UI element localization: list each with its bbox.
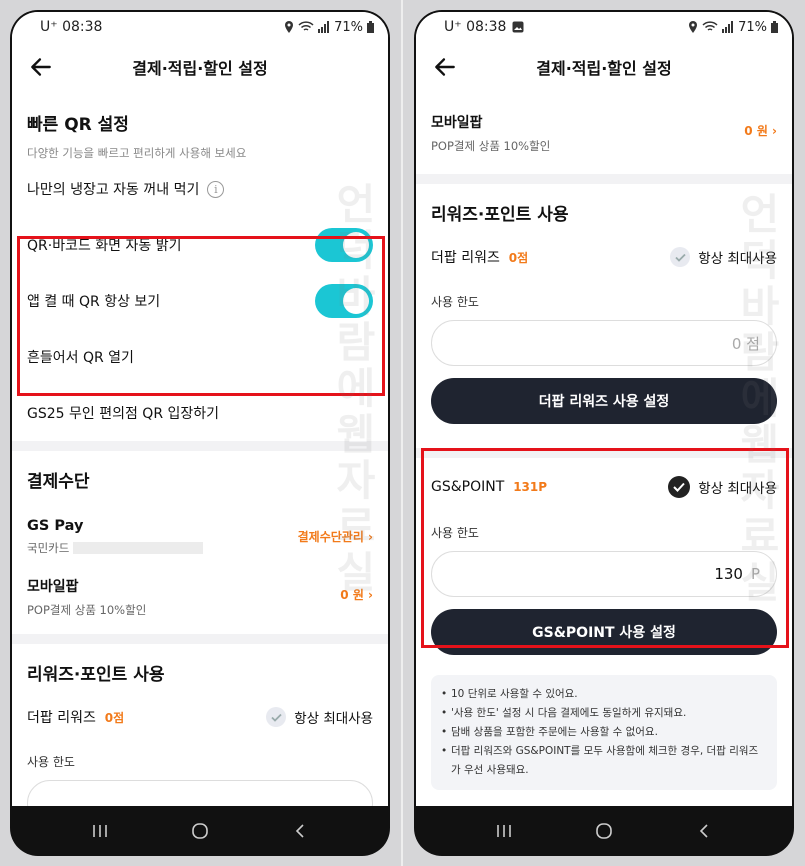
back-arrow-icon[interactable] (28, 54, 54, 80)
panel-divider (401, 0, 403, 866)
highlight-box (17, 236, 385, 396)
wifi-icon (298, 21, 314, 31)
rewards-points: 0점 (508, 251, 529, 265)
highlight-box (421, 448, 789, 648)
status-time: U⁺ 08:38 (40, 19, 103, 35)
notes-box: 10 단위로 사용할 수 있어요. '사용 한도' 설정 시 다음 결제에도 동… (431, 675, 777, 790)
battery-icon (367, 21, 374, 33)
mobile-pop-sub: POP결제 상품 10%할인 (431, 139, 551, 153)
rewards-always-max[interactable]: 항상 최대사용 (266, 707, 373, 727)
note-item: 10 단위로 사용할 수 있어요. (441, 685, 767, 704)
app-bar: 결제·적립·할인 설정 (12, 42, 388, 92)
recent-apps-icon[interactable] (494, 821, 514, 841)
signal-icon (318, 21, 330, 33)
location-icon (689, 21, 698, 33)
gs25-qr-entry-label: GS25 무인 편의점 QR 입장하기 (27, 406, 220, 422)
gallery-icon (512, 21, 524, 33)
wifi-icon (702, 21, 718, 31)
check-icon (266, 707, 287, 727)
mobile-pop-sub: POP결제 상품 10%할인 (27, 603, 147, 617)
info-icon[interactable]: i (207, 180, 225, 198)
check-icon (670, 247, 691, 267)
quick-qr-subtitle: 다양한 기능을 빠르고 편리하게 사용해 보세요 (27, 146, 247, 160)
home-icon[interactable] (190, 821, 210, 841)
gspay-row: GS Pay 국민카드 결제수단관리 › (12, 518, 388, 556)
recent-apps-icon[interactable] (90, 821, 110, 841)
system-nav-bar (414, 806, 794, 856)
section-divider (12, 634, 388, 644)
note-item: 더팝 리워즈와 GS&POINT를 모두 사용함에 체크한 경우, 더팝 리워즈… (441, 742, 767, 780)
system-nav-bar (10, 806, 390, 856)
right-phone: U⁺ 08:38 71% 결제·적립·할인 설정 모바일팝 POP결제 상품 1… (414, 10, 794, 856)
note-item: '사용 한도' 설정 시 다음 결제에도 동일하게 유지돼요. (441, 704, 767, 723)
battery-level: 71% (738, 19, 767, 35)
status-bar: U⁺ 08:38 71% (12, 12, 388, 42)
back-arrow-icon[interactable] (432, 54, 458, 80)
rewards-limit-label: 사용 한도 (431, 295, 479, 309)
left-screen: U⁺ 08:38 71% 결제·적립·할인 설정 빠른 QR 설정 다양한 기능… (12, 12, 388, 806)
battery-level: 71% (334, 19, 363, 35)
battery-icon (771, 21, 778, 33)
back-nav-icon[interactable] (290, 821, 310, 841)
left-phone: U⁺ 08:38 71% 결제·적립·할인 설정 빠른 QR 설정 다양한 기능… (10, 10, 390, 856)
rewards-label: 더팝 리워즈 (431, 250, 500, 266)
page-title: 결제·적립·할인 설정 (536, 59, 672, 78)
payment-heading: 결제수단 (27, 472, 90, 492)
mobile-pop-label: 모바일팝 (431, 115, 483, 131)
home-icon[interactable] (594, 821, 614, 841)
fridge-auto-row[interactable]: 나만의 냉장고 자동 꺼내 먹기 i (12, 161, 388, 217)
rewards-points: 0점 (104, 711, 125, 725)
section-divider (12, 441, 388, 451)
rewards-limit-label: 사용 한도 (27, 755, 75, 769)
location-icon (285, 21, 294, 33)
status-bar: U⁺ 08:38 71% (416, 12, 792, 42)
rewards-label: 더팝 리워즈 (27, 710, 96, 726)
rewards-heading: 리워즈·포인트 사용 (431, 205, 569, 225)
right-screen: U⁺ 08:38 71% 결제·적립·할인 설정 모바일팝 POP결제 상품 1… (416, 12, 792, 806)
mobile-pop-row[interactable]: 모바일팝 POP결제 상품 10%할인 0 원 › (12, 576, 388, 618)
section-divider (416, 174, 792, 184)
rewards-settings-button[interactable]: 더팝 리워즈 사용 설정 (431, 378, 777, 424)
back-nav-icon[interactable] (694, 821, 714, 841)
mobile-pop-label: 모바일팝 (27, 579, 79, 595)
mobile-pop-value[interactable]: 0 원 › (744, 122, 777, 139)
rewards-row: 더팝 리워즈 0점 항상 최대사용 (416, 247, 792, 267)
status-time: U⁺ 08:38 (444, 19, 507, 35)
quick-qr-heading: 빠른 QR 설정 (27, 115, 129, 135)
note-item: 담배 상품을 포함한 주문에는 사용할 수 없어요. (441, 723, 767, 742)
manage-payment-link[interactable]: 결제수단관리 › (298, 528, 373, 545)
mobile-pop-row[interactable]: 모바일팝 POP결제 상품 10%할인 0 원 › (416, 112, 792, 154)
app-bar: 결제·적립·할인 설정 (416, 42, 792, 92)
gspay-card-name: 국민카드 (27, 541, 70, 555)
mobile-pop-value[interactable]: 0 원 › (340, 586, 373, 603)
page-title: 결제·적립·할인 설정 (132, 59, 268, 78)
rewards-always-max[interactable]: 항상 최대사용 (670, 247, 777, 267)
signal-icon (722, 21, 734, 33)
fridge-auto-label: 나만의 냉장고 자동 꺼내 먹기 (27, 182, 200, 198)
rewards-row: 더팝 리워즈 0점 항상 최대사용 (12, 707, 388, 727)
rewards-heading: 리워즈·포인트 사용 (27, 665, 165, 685)
gspay-label: GS Pay (27, 518, 84, 534)
rewards-limit-input[interactable] (27, 780, 373, 806)
rewards-limit-input[interactable]: 0 점 (431, 320, 777, 366)
card-number-mask (73, 542, 204, 554)
